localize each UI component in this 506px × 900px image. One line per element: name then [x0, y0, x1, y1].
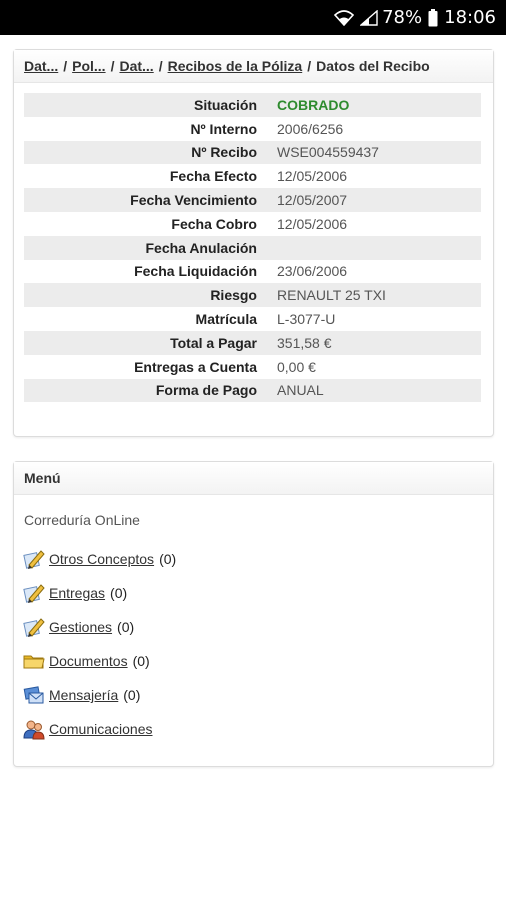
item-count: (0) [123, 687, 141, 703]
table-row: Fecha Vencimiento 12/05/2007 [24, 188, 481, 212]
field-label: Fecha Cobro [171, 215, 257, 232]
table-row: Forma de Pago ANUAL [24, 378, 481, 403]
field-value: 12/05/2006 [277, 215, 348, 232]
menu-link-mensajeria[interactable]: Mensajería [49, 687, 118, 703]
breadcrumb-separator: / [158, 58, 163, 74]
clock: 18:06 [444, 7, 496, 28]
menu-item-gestiones: Gestiones (0) [23, 610, 176, 644]
status-value: COBRADO [267, 93, 481, 117]
menu-link-documentos[interactable]: Documentos [49, 653, 128, 669]
status-icons [334, 9, 378, 26]
field-value [267, 235, 481, 260]
item-count: (0) [132, 653, 150, 669]
pencil-note-icon [23, 584, 45, 603]
table-row: Fecha Liquidación 23/06/2006 [24, 260, 481, 284]
field-value: ANUAL [267, 378, 481, 403]
item-count: (0) [159, 551, 177, 567]
field-value: WSE004559437 [267, 140, 481, 165]
field-value: 12/05/2006 [277, 168, 348, 185]
table-row: Matrícula L-3077-U [24, 307, 481, 331]
field-label: Riesgo [24, 283, 267, 308]
battery-percent: 78% [382, 7, 423, 28]
receipt-details-table: Situación COBRADO Nº Interno 2006/6256 Nº … [24, 93, 481, 403]
pencil-note-icon [23, 550, 45, 569]
item-count: (0) [110, 585, 128, 601]
field-value: RENAULT 25 TXI [267, 283, 481, 308]
battery-icon [428, 8, 438, 26]
menu-link-entregas[interactable]: Entregas [49, 585, 105, 601]
field-value: 23/06/2006 [277, 263, 348, 280]
table-row: Total a Pagar 351,58 € [24, 330, 481, 355]
breadcrumb-separator: / [307, 58, 312, 74]
pencil-note-icon [23, 618, 45, 637]
messages-icon [23, 686, 44, 704]
table-row: Riesgo RENAULT 25 TXI [24, 283, 481, 308]
field-value: 351,58 € [267, 330, 481, 355]
menu-link-otros-conceptos[interactable]: Otros Conceptos [49, 551, 154, 567]
item-count: (0) [117, 619, 135, 635]
menu-list: Otros Conceptos (0) Entregas (0) Gestion… [23, 542, 176, 746]
wifi-icon [334, 9, 355, 26]
breadcrumb-current: Datos del Recibo [316, 58, 430, 74]
field-value: 12/05/2007 [267, 188, 481, 212]
breadcrumb: Dat... / Pol... / Dat... / Recibos de la… [14, 50, 493, 83]
field-label: Matrícula [195, 311, 257, 328]
table-row: Situación COBRADO [24, 93, 481, 117]
breadcrumb-link-2[interactable]: Pol... [72, 58, 105, 74]
users-icon [23, 720, 45, 740]
field-label: Nº Interno [190, 120, 257, 137]
field-label: Fecha Efecto [169, 168, 257, 185]
field-label: Total a Pagar [24, 330, 267, 355]
field-label: Fecha Vencimiento [24, 188, 267, 212]
breadcrumb-separator: / [110, 58, 115, 74]
breadcrumb-link-3[interactable]: Dat... [119, 58, 153, 74]
field-label: Forma de Pago [24, 378, 267, 403]
status-bar: 78% 18:06 [0, 0, 506, 35]
menu-card: Menú Correduría OnLine Otros Conceptos (… [13, 461, 494, 767]
menu-item-otros-conceptos: Otros Conceptos (0) [23, 542, 176, 576]
signal-icon [360, 9, 378, 26]
table-row: Fecha Anulación [24, 235, 481, 260]
menu-item-documentos: Documentos (0) [23, 644, 176, 678]
table-row: Nº Interno 2006/6256 [24, 117, 481, 141]
breadcrumb-separator: / [63, 58, 68, 74]
field-label: Situación [24, 93, 267, 117]
table-row: Fecha Efecto 12/05/2006 [24, 164, 481, 188]
menu-link-gestiones[interactable]: Gestiones [49, 619, 112, 635]
field-label: Fecha Liquidación [134, 263, 257, 280]
receipt-card: Dat... / Pol... / Dat... / Recibos de la… [13, 49, 494, 437]
folder-icon [23, 655, 45, 669]
field-value: 0,00 € [277, 358, 316, 375]
table-row: Nº Recibo WSE004559437 [24, 140, 481, 165]
menu-link-comunicaciones[interactable]: Comunicaciones [49, 721, 153, 737]
field-label: Fecha Anulación [24, 235, 267, 260]
field-label: Entregas a Cuenta [134, 358, 257, 375]
field-value: L-3077-U [277, 311, 336, 328]
menu-item-comunicaciones: Comunicaciones [23, 712, 176, 746]
breadcrumb-link-1[interactable]: Dat... [24, 58, 58, 74]
breadcrumb-link-recibos[interactable]: Recibos de la Póliza [168, 58, 303, 74]
menu-item-entregas: Entregas (0) [23, 576, 176, 610]
menu-title: Menú [14, 462, 493, 495]
field-value: 2006/6256 [277, 120, 344, 137]
menu-subtitle: Correduría OnLine [24, 512, 140, 528]
menu-item-mensajeria: Mensajería (0) [23, 678, 176, 712]
table-row: Entregas a Cuenta 0,00 € [24, 355, 481, 379]
field-label: Nº Recibo [24, 140, 267, 165]
table-row: Fecha Cobro 12/05/2006 [24, 212, 481, 236]
